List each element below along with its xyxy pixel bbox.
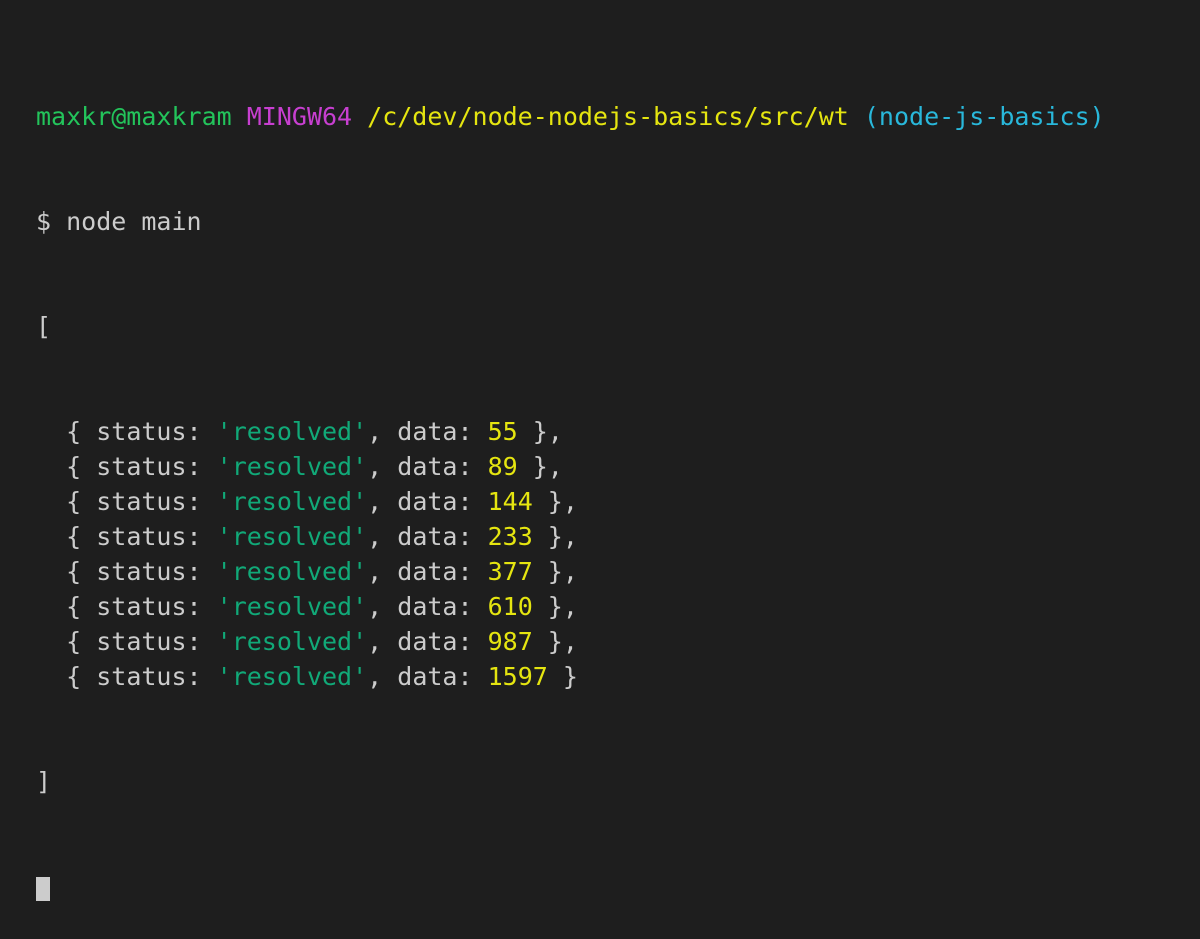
output-entry-line: { status: 'resolved', data: 1597 } (36, 662, 578, 691)
output-entry-line: { status: 'resolved', data: 987 }, (36, 627, 578, 656)
data-key: data: (397, 662, 473, 691)
status-value: 'resolved' (216, 487, 368, 516)
output-entries: { status: 'resolved', data: 55 }, { stat… (36, 414, 1186, 694)
status-value: 'resolved' (216, 662, 368, 691)
data-key: data: (397, 417, 473, 446)
data-value: 377 (487, 557, 533, 586)
prompt-symbol: $ (36, 207, 52, 236)
data-key: data: (397, 557, 473, 586)
prompt-path: /c/dev/node-nodejs-basics/src/wt (367, 102, 849, 131)
status-value: 'resolved' (216, 592, 368, 621)
command-text: node main (66, 207, 202, 236)
data-key: data: (397, 592, 473, 621)
status-key: status: (96, 417, 202, 446)
prompt-user-host: maxkr@maxkram (36, 102, 232, 131)
data-key: data: (397, 522, 473, 551)
status-key: status: (96, 452, 202, 481)
status-value: 'resolved' (216, 557, 368, 586)
status-value: 'resolved' (216, 627, 368, 656)
data-value: 144 (487, 487, 533, 516)
data-value: 89 (487, 452, 518, 481)
prompt-branch: (node-js-basics) (863, 102, 1105, 131)
data-key: data: (397, 452, 473, 481)
status-key: status: (96, 662, 202, 691)
output-entry-line: { status: 'resolved', data: 233 }, (36, 522, 578, 551)
command-line: $ node main (36, 204, 1186, 239)
terminal-cursor (36, 877, 50, 901)
status-value: 'resolved' (216, 522, 368, 551)
output-entry-line: { status: 'resolved', data: 377 }, (36, 557, 578, 586)
status-key: status: (96, 522, 202, 551)
terminal-output[interactable]: maxkr@maxkram MINGW64 /c/dev/node-nodejs… (36, 29, 1186, 939)
data-value: 1597 (487, 662, 548, 691)
output-entry-line: { status: 'resolved', data: 55 }, (36, 417, 563, 446)
input-line[interactable] (36, 869, 1186, 904)
prompt-shell: MINGW64 (246, 102, 353, 131)
data-key: data: (397, 487, 473, 516)
output-entry-line: { status: 'resolved', data: 144 }, (36, 487, 578, 516)
data-value: 55 (487, 417, 518, 446)
output-entry-line: { status: 'resolved', data: 610 }, (36, 592, 578, 621)
close-bracket: ] (36, 767, 52, 796)
prompt-line: maxkr@maxkram MINGW64 /c/dev/node-nodejs… (36, 99, 1186, 134)
data-value: 610 (487, 592, 533, 621)
output-entry-line: { status: 'resolved', data: 89 }, (36, 452, 563, 481)
status-value: 'resolved' (216, 452, 368, 481)
data-value: 233 (487, 522, 533, 551)
status-key: status: (96, 627, 202, 656)
status-key: status: (96, 557, 202, 586)
status-key: status: (96, 487, 202, 516)
data-key: data: (397, 627, 473, 656)
data-value: 987 (487, 627, 533, 656)
status-key: status: (96, 592, 202, 621)
open-bracket: [ (36, 312, 52, 341)
status-value: 'resolved' (216, 417, 368, 446)
